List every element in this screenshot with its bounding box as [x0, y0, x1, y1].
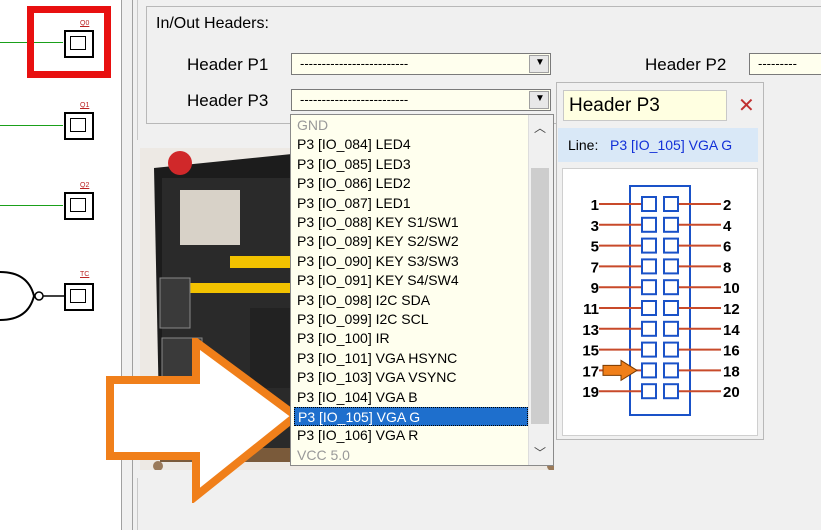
- dropdown-item[interactable]: P3 [IO_091] KEY S4/SW4: [294, 271, 528, 290]
- dropdown-item[interactable]: P3 [IO_103] VGA VSYNC: [294, 368, 528, 387]
- header-name-field[interactable]: Header P3: [563, 90, 727, 121]
- wire-q2: [0, 205, 63, 206]
- pin-number-left: 7: [591, 259, 599, 276]
- pin-square: [641, 341, 657, 358]
- pin-square: [641, 237, 657, 254]
- pin-number-left: 1: [591, 197, 599, 214]
- dropdown-item[interactable]: P3 [IO_087] LED1: [294, 194, 528, 213]
- dropdown-scroll-thumb[interactable]: [531, 168, 549, 424]
- output-q2[interactable]: [64, 192, 94, 220]
- pin-square: [641, 196, 657, 212]
- dropdown-item[interactable]: P3 [IO_090] KEY S3/SW3: [294, 252, 528, 271]
- dropdown-item[interactable]: P3 [IO_088] KEY S1/SW1: [294, 213, 528, 232]
- pin-number-right: 20: [723, 384, 740, 401]
- pin-number-left: 13: [582, 322, 599, 339]
- pin-number-left: 3: [591, 218, 599, 235]
- scroll-down-icon[interactable]: ﹀: [534, 444, 546, 461]
- header-p2-combo[interactable]: ---------: [749, 53, 821, 75]
- gate-label-q2: Q2: [80, 182, 90, 189]
- pin-number-left: 19: [582, 384, 599, 401]
- line-label: Line:: [568, 137, 599, 153]
- dropdown-item: GND: [297, 117, 329, 133]
- pin-square: [641, 216, 657, 233]
- pin-square: [641, 320, 657, 337]
- pin-number-right: 18: [723, 363, 740, 380]
- schematic-canvas[interactable]: Q0 Q1 Q2 TC: [0, 0, 121, 530]
- pin-square: [663, 341, 679, 358]
- pin-number-right: 10: [723, 280, 740, 297]
- dropdown-item[interactable]: P3 [IO_084] LED4: [294, 135, 528, 154]
- pin-square: [663, 383, 679, 400]
- pin-square: [663, 320, 679, 337]
- dropdown-item[interactable]: P3 [IO_101] VGA HSYNC: [294, 349, 528, 368]
- header-body: [629, 185, 691, 416]
- pin-square: [663, 362, 679, 379]
- pin-number-left: 17: [582, 363, 599, 380]
- chevron-down-icon: ▼: [535, 57, 545, 68]
- dropdown-item[interactable]: P3 [IO_100] IR: [294, 329, 528, 348]
- gate-label-q1: Q1: [80, 102, 90, 109]
- pin-square: [663, 216, 679, 233]
- pin-number-right: 6: [723, 239, 731, 256]
- pin-number-right: 4: [723, 218, 732, 235]
- pin-number-right: 2: [723, 197, 731, 214]
- dropdown-item: VCC 5.0: [297, 446, 350, 463]
- pin-square: [663, 300, 679, 316]
- not-gate-icon: [0, 271, 66, 321]
- pin-square: [641, 279, 657, 296]
- header-p3-combo[interactable]: ------------------------- ▼: [291, 89, 551, 111]
- header-p3-dropdown-button[interactable]: ▼: [529, 91, 549, 109]
- pin-header-icon: 1 23 45 67 89 1011 1213 1415 1617 1819 20: [582, 185, 740, 416]
- header-p3-value: -------------------------: [300, 92, 409, 107]
- pin-square: [641, 362, 657, 379]
- pointer-arrow-icon: [106, 338, 303, 503]
- pin-square: [663, 258, 679, 275]
- header-p1-dropdown-button[interactable]: ▼: [529, 55, 549, 73]
- header-p1-combo[interactable]: ------------------------- ▼: [291, 53, 551, 75]
- pin-square: [663, 279, 679, 296]
- dropdown-item[interactable]: P3 [IO_099] I2C SCL: [294, 310, 528, 329]
- io-headers-title: In/Out Headers:: [156, 15, 269, 32]
- dropdown-item[interactable]: P3 [IO_089] KEY S2/SW2: [294, 232, 528, 251]
- header-p2-label: Header P2: [645, 55, 727, 74]
- pin-square: [641, 258, 657, 275]
- pin-square: [663, 196, 679, 212]
- pin-header-diagram: 1 2 3 4 5 6 7 8 9 10 11 12 13 14 15 16 17 18 19 20: [562, 168, 758, 436]
- pin-number-left: 9: [591, 280, 599, 297]
- pin-number-right: 14: [723, 322, 740, 339]
- scroll-up-icon[interactable]: ︿: [534, 119, 546, 136]
- header-p2-value: ---------: [758, 56, 797, 71]
- pin-number-right: 12: [723, 301, 740, 318]
- pin-number-left: 15: [582, 343, 599, 360]
- header-p1-label: Header P1: [187, 55, 269, 74]
- close-icon[interactable]: ✕: [738, 93, 755, 118]
- chevron-down-icon: ▼: [535, 93, 545, 104]
- dropdown-item[interactable]: P3 [IO_106] VGA R: [294, 426, 528, 445]
- pin-square: [641, 300, 657, 316]
- q0-highlight-frame: [27, 6, 111, 78]
- line-value: P3 [IO_105] VGA G: [610, 137, 733, 153]
- pin-square: [663, 237, 679, 254]
- header-p3-label: Header P3: [187, 91, 269, 110]
- gate-label-tc: TC: [80, 271, 90, 278]
- dropdown-item[interactable]: P3 [IO_104] VGA B: [294, 388, 528, 407]
- pin-number-right: 8: [723, 259, 731, 276]
- pin-square: [641, 383, 657, 400]
- dropdown-item[interactable]: P3 [IO_086] LED2: [294, 174, 528, 193]
- pin-number-right: 16: [723, 343, 740, 360]
- output-q1[interactable]: [64, 112, 94, 140]
- dropdown-item[interactable]: P3 [IO_085] LED3: [294, 155, 528, 174]
- dropdown-item[interactable]: P3 [IO_098] I2C SDA: [294, 291, 528, 310]
- pin-number-left: 5: [591, 239, 599, 256]
- header-p1-value: -------------------------: [300, 56, 409, 71]
- dropdown-item[interactable]: P3 [IO_105] VGA G: [294, 407, 528, 426]
- wire-q1: [0, 125, 63, 126]
- pin-number-left: 11: [583, 301, 599, 318]
